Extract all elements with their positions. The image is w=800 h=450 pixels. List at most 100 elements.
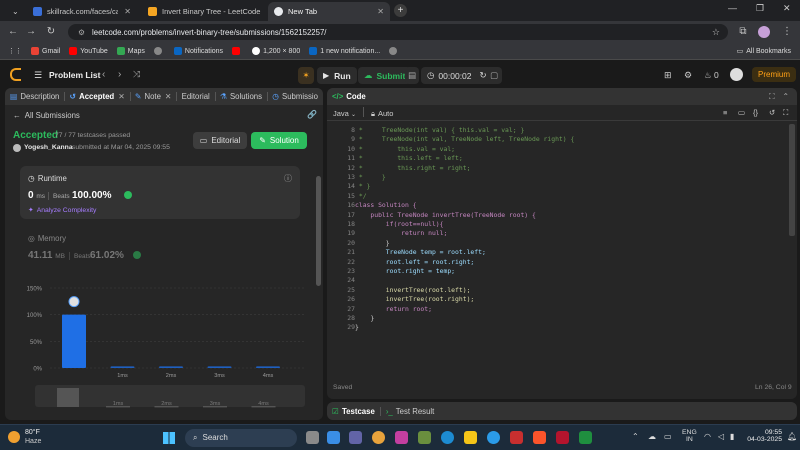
maximize-panel-icon[interactable]: ⛶ — [769, 92, 774, 101]
code-line[interactable]: 11 * this.left = left; — [327, 154, 797, 163]
close-icon[interactable]: ✕ — [118, 7, 131, 16]
author-avatar[interactable] — [13, 144, 21, 152]
new-tab-button[interactable]: + — [394, 4, 407, 17]
info-icon[interactable]: ⓘ — [284, 173, 292, 184]
shuffle-icon[interactable]: ⤨ — [133, 69, 140, 80]
run-button[interactable]: ▶ Run — [317, 67, 357, 84]
copilot-icon[interactable] — [395, 431, 408, 444]
notification-bell-icon[interactable]: 🔔︎ — [787, 432, 797, 441]
code-line[interactable]: 25 invertTree(root.left); — [327, 286, 797, 295]
whiteboard-icon[interactable]: ▢ — [486, 67, 502, 84]
layout-icon[interactable]: ⊞ — [664, 70, 672, 81]
prev-problem-icon[interactable]: ‹ — [102, 69, 105, 80]
address-bar[interactable]: ⚙ leetcode.com/problems/invert-binary-tr… — [68, 24, 728, 40]
braces-icon[interactable]: {} — [753, 108, 758, 117]
memory-header[interactable]: ◎ Memory — [28, 234, 66, 243]
pycharm-icon[interactable] — [579, 431, 592, 444]
tab-testcase[interactable]: ☑ Testcase — [327, 407, 380, 416]
reset-code-icon[interactable]: ↺ — [769, 108, 775, 117]
task-view-icon[interactable] — [306, 431, 319, 444]
edge-icon[interactable] — [441, 431, 454, 444]
browser-tab-leetcode[interactable]: Invert Binary Tree - LeetCode ✕ — [142, 2, 266, 21]
all-submissions-link[interactable]: ← All Submissions — [13, 111, 80, 120]
maximize-icon[interactable]: ❐ — [756, 3, 764, 14]
code-line[interactable]: 29} — [327, 323, 797, 332]
site-info-icon[interactable]: ⚙ — [78, 28, 85, 37]
minimize-icon[interactable]: — — [728, 3, 737, 13]
tab-editorial[interactable]: Editorial — [177, 92, 215, 101]
apps-icon[interactable]: ⋮⋮ — [8, 47, 22, 55]
battery-status-icon[interactable]: ▮ — [730, 432, 734, 441]
code-line[interactable]: 27 return root; — [327, 305, 797, 314]
format-icon[interactable]: ≡ — [723, 108, 727, 117]
bookmark-star-icon[interactable]: ☆ — [712, 27, 720, 38]
bookmark-notifications[interactable]: Notifications — [173, 47, 223, 55]
weather-icon[interactable] — [8, 431, 20, 443]
bookmark-globe-2[interactable] — [389, 47, 400, 55]
window-close-icon[interactable]: ✕ — [783, 3, 791, 14]
file-explorer-icon[interactable] — [464, 431, 477, 444]
code-line[interactable]: 18 if(root==null){ — [327, 220, 797, 229]
code-line[interactable]: 12 * this.right = right; — [327, 164, 797, 173]
premium-button[interactable]: Premium — [752, 67, 797, 82]
tab-accepted[interactable]: ↺ Accepted ✕ — [65, 92, 130, 101]
problem-list-link[interactable]: Problem List — [49, 70, 100, 80]
close-icon[interactable]: ✕ — [260, 7, 266, 16]
auto-mode[interactable]: 🔒︎ Auto — [371, 109, 393, 119]
weather-temp[interactable]: 80°F — [25, 429, 40, 436]
bookmark-youtube-2[interactable] — [232, 47, 243, 55]
code-line[interactable]: 17 public TreeNode invertTree(TreeNode r… — [327, 211, 797, 220]
code-line[interactable]: 10 * this.val = val; — [327, 145, 797, 154]
bookmark-gmail[interactable]: Gmail — [31, 47, 60, 55]
extensions-icon[interactable]: ⧉ — [736, 25, 750, 39]
chevron-up-icon[interactable]: ⌃ — [782, 92, 789, 101]
code-line[interactable]: 19 return null; — [327, 229, 797, 238]
code-line[interactable]: 15 */ — [327, 192, 797, 201]
author-name[interactable]: Yogesh_Kanna — [24, 144, 73, 151]
minecraft-icon[interactable] — [418, 431, 431, 444]
volume-icon[interactable]: ◁ — [718, 432, 724, 441]
code-line[interactable]: 14 * } — [327, 182, 797, 191]
battery-icon[interactable]: ▭ — [664, 432, 672, 441]
bookmark-globe[interactable] — [153, 47, 165, 55]
reload-icon[interactable]: ↻ — [44, 25, 58, 39]
tab-submissions[interactable]: ◷ Submissio — [267, 92, 323, 101]
chrome-profile-icon[interactable] — [487, 431, 500, 444]
language-select[interactable]: Java ⌄ — [333, 109, 356, 118]
forward-arrow-icon[interactable]: → — [24, 25, 38, 39]
clock[interactable]: 09:55 04-03-2025 — [742, 429, 782, 443]
wifi-icon[interactable]: ◠ — [704, 432, 711, 441]
code-line[interactable]: 13 * } — [327, 173, 797, 182]
debug-icon[interactable]: ✶ — [298, 67, 314, 84]
code-line[interactable]: 28 } — [327, 314, 797, 323]
share-link-icon[interactable]: 🔗 — [307, 110, 317, 119]
bookmark-google[interactable]: 1,200 × 800 — [252, 47, 300, 55]
solution-button[interactable]: ✎ Solution — [251, 132, 307, 149]
widgets-icon[interactable] — [327, 431, 340, 444]
close-icon[interactable]: ✕ — [118, 92, 125, 101]
code-line[interactable]: 21 TreeNode temp = root.left; — [327, 248, 797, 257]
submit-button[interactable]: ☁ Submit — [358, 67, 412, 84]
all-bookmarks[interactable]: ▭ All Bookmarks — [737, 47, 791, 56]
next-problem-icon[interactable]: › — [118, 69, 121, 80]
timer[interactable]: ◷ 00:00:02 ↻ — [421, 67, 493, 84]
bookmark-maps[interactable]: Maps — [116, 47, 145, 55]
language-indicator[interactable]: ENG IN — [682, 429, 697, 443]
brave-icon[interactable] — [533, 431, 546, 444]
panel-scrollbar[interactable] — [316, 176, 321, 286]
tab-search-icon[interactable]: ⌄ — [8, 2, 24, 21]
note-icon[interactable]: ▤ — [405, 67, 419, 84]
code-editor[interactable]: 8 * TreeNode(int val) { this.val = val; … — [327, 126, 797, 376]
code-line[interactable]: 9 * TreeNode(int val, TreeNode left, Tre… — [327, 135, 797, 144]
back-arrow-icon[interactable]: ← — [6, 25, 20, 39]
teams-icon[interactable] — [349, 431, 362, 444]
close-icon[interactable]: ✕ — [165, 92, 172, 101]
taskbar-search[interactable]: ⌕ Search — [185, 429, 297, 447]
tab-description[interactable]: ▤ Description — [5, 92, 64, 101]
chevron-up-icon[interactable]: ⌃ — [632, 432, 639, 441]
fullscreen-icon[interactable]: ⛶ — [783, 108, 788, 118]
tab-solutions[interactable]: ⚗ Solutions — [215, 92, 267, 101]
code-line[interactable]: 22 root.left = root.right; — [327, 258, 797, 267]
cloud-icon[interactable]: ☁ — [648, 432, 656, 441]
bookmark-icon[interactable]: ▭ — [738, 108, 745, 117]
